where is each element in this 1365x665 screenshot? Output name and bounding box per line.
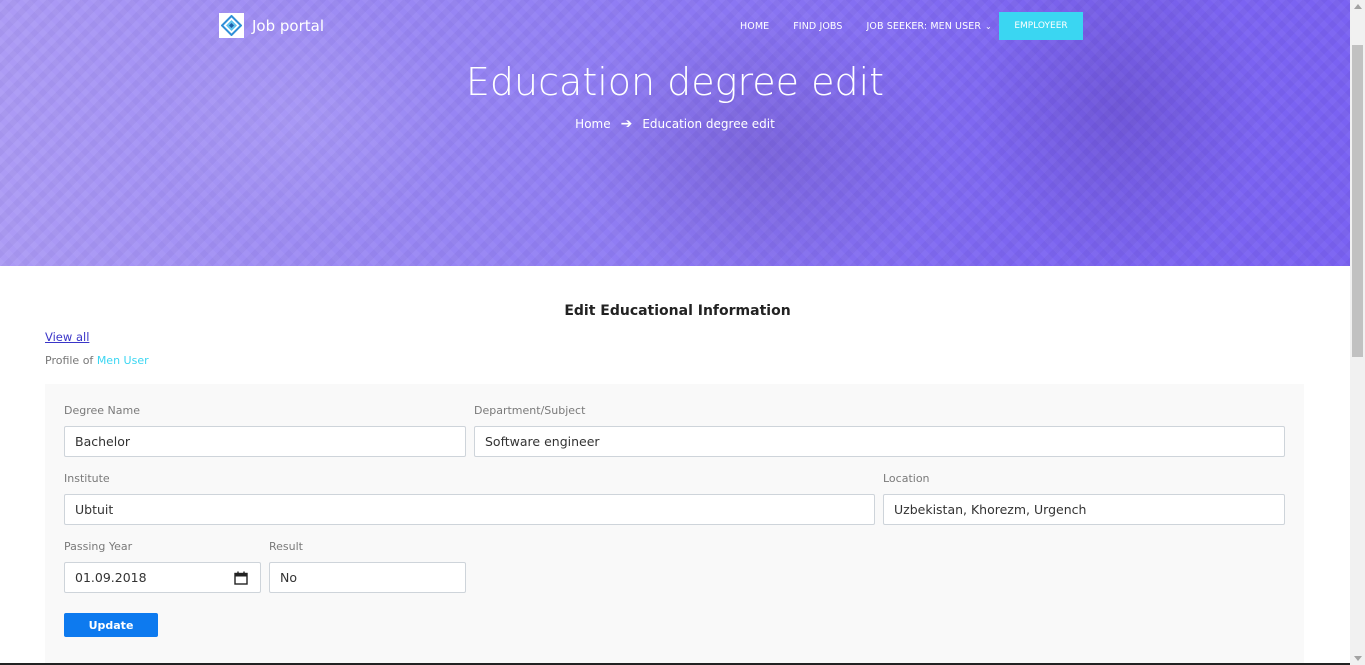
passing-year-date-input[interactable]: 01.09.2018 (64, 562, 261, 593)
passing-year-value: 01.09.2018 (75, 570, 147, 585)
calendar-icon[interactable] (234, 571, 248, 585)
profile-prefix: Profile of (45, 354, 94, 367)
update-button[interactable]: Update (64, 613, 158, 637)
institute-value: Ubtuit (75, 502, 114, 517)
result-input[interactable]: No (269, 562, 466, 593)
location-value: Uzbekistan, Khorezm, Urgench (894, 502, 1087, 517)
nav-job-seeker-menu[interactable]: JOB SEEKER: MEN USER ⌄ (867, 21, 992, 32)
scrollbar-thumb[interactable] (1352, 45, 1363, 357)
location-label: Location (883, 472, 930, 485)
hero-banner: Job portal HOME FIND JOBS JOB SEEKER: ME… (0, 0, 1350, 266)
degree-name-value: Bachelor (75, 434, 130, 449)
department-label: Department/Subject (474, 404, 586, 417)
section-title: Edit Educational Information (564, 303, 791, 319)
main-nav: HOME FIND JOBS JOB SEEKER: MEN USER ⌄ (740, 12, 1016, 40)
breadcrumb: Home ➔ Education degree edit (0, 116, 1350, 132)
degree-name-label: Degree Name (64, 404, 140, 417)
result-value: No (280, 570, 297, 585)
nav-job-seeker-label: JOB SEEKER: MEN USER (866, 20, 982, 32)
view-all-link[interactable]: View all (45, 330, 89, 344)
degree-name-input[interactable]: Bachelor (64, 426, 466, 457)
breadcrumb-home[interactable]: Home (575, 117, 610, 131)
institute-label: Institute (64, 472, 110, 485)
profile-name-link[interactable]: Men User (97, 354, 149, 367)
arrow-right-icon: ➔ (620, 116, 633, 132)
breadcrumb-current: Education degree edit (642, 117, 775, 131)
chevron-down-icon: ⌄ (985, 21, 992, 31)
employer-button[interactable]: EMPLOYEER (999, 12, 1083, 40)
department-input[interactable]: Software engineer (474, 426, 1285, 457)
nav-home[interactable]: HOME (740, 21, 769, 32)
hero-background-image (0, 0, 1350, 266)
vertical-scrollbar[interactable] (1350, 0, 1365, 665)
passing-year-label: Passing Year (64, 540, 133, 553)
scroll-down-arrow-icon[interactable] (1354, 656, 1362, 661)
brand-name: Job portal (252, 16, 324, 35)
scroll-up-arrow-icon[interactable] (1354, 4, 1362, 9)
nav-find-jobs[interactable]: FIND JOBS (793, 21, 842, 32)
institute-input[interactable]: Ubtuit (64, 494, 875, 525)
job-portal-logo-icon (219, 13, 244, 38)
result-label: Result (269, 540, 303, 553)
page-title: Education degree edit (465, 60, 885, 104)
department-value: Software engineer (485, 434, 600, 449)
brand-logo[interactable]: Job portal (219, 13, 324, 38)
location-input[interactable]: Uzbekistan, Khorezm, Urgench (883, 494, 1285, 525)
profile-of-text: Profile of Men User (45, 354, 149, 367)
